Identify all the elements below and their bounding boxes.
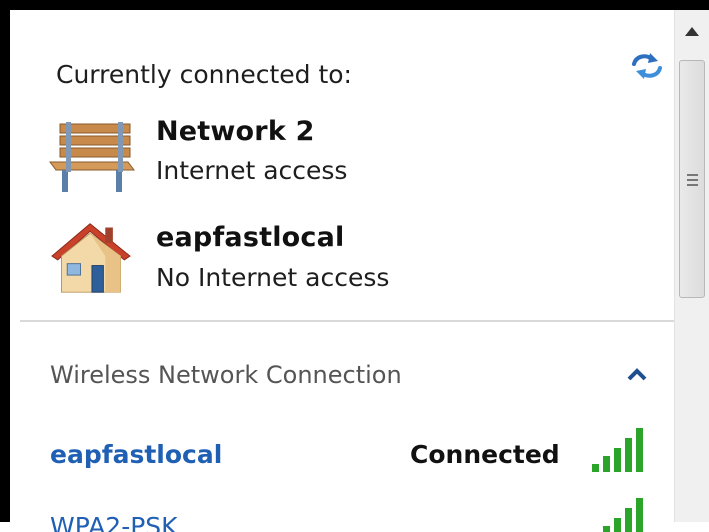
vertical-scrollbar[interactable] <box>674 10 709 522</box>
chevron-up-icon[interactable] <box>626 366 648 382</box>
connection-status: No Internet access <box>156 263 390 292</box>
network-panel: Currently connected to: Network 2 Intern… <box>20 20 684 532</box>
connection-status: Internet access <box>156 156 348 185</box>
connection-name: Network 2 <box>156 116 315 147</box>
wireless-network-name: eapfastlocal <box>50 440 223 469</box>
signal-strength-icon <box>603 498 643 532</box>
section-header-wireless[interactable]: Wireless Network Connection <box>50 361 402 389</box>
bench-network-icon <box>49 122 135 192</box>
home-network-icon <box>51 223 131 293</box>
connection-state: Connected <box>410 440 560 469</box>
wireless-network-name: WPA2-PSK <box>50 512 178 532</box>
section-divider <box>20 320 684 322</box>
network-flyout-frame: Currently connected to: Network 2 Intern… <box>0 0 709 532</box>
refresh-icon[interactable] <box>628 48 666 84</box>
signal-strength-icon <box>592 428 643 472</box>
grip-icon <box>687 174 698 186</box>
connection-name: eapfastlocal <box>156 222 345 253</box>
scrollbar-thumb[interactable] <box>679 60 705 298</box>
scroll-up-arrow-icon[interactable] <box>675 10 709 50</box>
connected-header: Currently connected to: <box>56 60 352 89</box>
